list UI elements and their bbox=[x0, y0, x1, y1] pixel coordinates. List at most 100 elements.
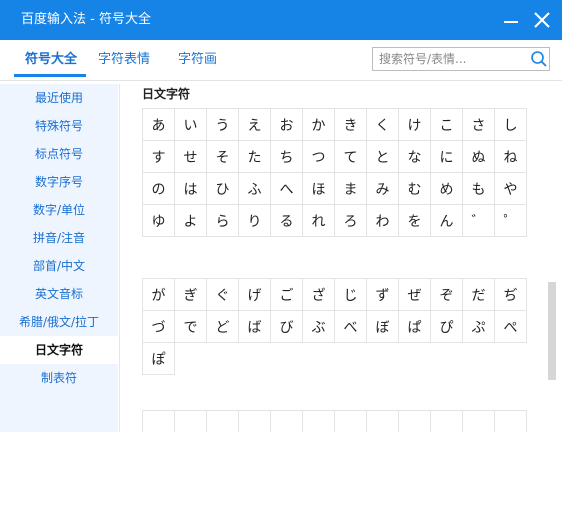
symbol-cell[interactable]: ぐ bbox=[207, 279, 239, 311]
symbol-cell[interactable]: ど bbox=[207, 311, 239, 343]
symbol-cell[interactable]: え bbox=[239, 109, 271, 141]
symbol-cell[interactable]: む bbox=[399, 173, 431, 205]
symbol-cell[interactable]: ん bbox=[431, 205, 463, 237]
symbol-cell[interactable]: ぎ bbox=[175, 279, 207, 311]
symbol-cell[interactable]: が bbox=[143, 279, 175, 311]
symbol-cell[interactable]: と bbox=[367, 141, 399, 173]
symbol-cell[interactable]: ら bbox=[207, 205, 239, 237]
symbol-cell[interactable]: で bbox=[175, 311, 207, 343]
close-button[interactable] bbox=[530, 8, 554, 32]
symbol-cell[interactable]: り bbox=[239, 205, 271, 237]
sidebar-item-punctuation[interactable]: 标点符号 bbox=[0, 140, 118, 168]
tab-ascii-art[interactable]: 字符画 bbox=[178, 51, 217, 69]
symbol-cell[interactable]: わ bbox=[367, 205, 399, 237]
symbol-cell[interactable]: よ bbox=[175, 205, 207, 237]
symbol-cell[interactable]: ぼ bbox=[367, 311, 399, 343]
sidebar-item-numbers-units[interactable]: 数字/单位 bbox=[0, 196, 118, 224]
symbol-cell[interactable]: あ bbox=[143, 109, 175, 141]
symbol-cell[interactable]: ぶ bbox=[303, 311, 335, 343]
symbol-cell[interactable] bbox=[399, 411, 431, 432]
symbol-cell[interactable]: び bbox=[271, 311, 303, 343]
symbol-cell[interactable] bbox=[207, 411, 239, 432]
symbol-cell[interactable]: ぬ bbox=[463, 141, 495, 173]
symbol-cell[interactable]: を bbox=[399, 205, 431, 237]
symbol-cell[interactable]: く bbox=[367, 109, 399, 141]
symbol-cell[interactable]: も bbox=[463, 173, 495, 205]
symbol-cell[interactable]: さ bbox=[463, 109, 495, 141]
symbol-cell[interactable]: ぽ bbox=[143, 343, 175, 375]
symbol-cell[interactable]: つ bbox=[303, 141, 335, 173]
symbol-cell[interactable] bbox=[271, 411, 303, 432]
minimize-button[interactable] bbox=[500, 10, 522, 32]
symbol-cell[interactable]: ろ bbox=[335, 205, 367, 237]
symbol-cell[interactable]: げ bbox=[239, 279, 271, 311]
symbol-cell[interactable]: し bbox=[495, 109, 527, 141]
symbol-cell[interactable]: ぢ bbox=[495, 279, 527, 311]
search-input[interactable] bbox=[379, 50, 529, 68]
symbol-cell[interactable] bbox=[463, 411, 495, 432]
sidebar-item-phonetics[interactable]: 英文音标 bbox=[0, 280, 118, 308]
search-icon[interactable] bbox=[530, 50, 548, 68]
symbol-cell[interactable]: い bbox=[175, 109, 207, 141]
symbol-cell[interactable]: ふ bbox=[239, 173, 271, 205]
symbol-cell[interactable]: う bbox=[207, 109, 239, 141]
symbol-cell[interactable]: ゛ bbox=[463, 205, 495, 237]
symbol-cell[interactable]: ち bbox=[271, 141, 303, 173]
sidebar-item-pinyin[interactable]: 拼音/注音 bbox=[0, 224, 118, 252]
symbol-cell[interactable] bbox=[335, 411, 367, 432]
symbol-cell[interactable]: ご bbox=[271, 279, 303, 311]
symbol-cell[interactable]: め bbox=[431, 173, 463, 205]
symbol-cell[interactable] bbox=[495, 411, 527, 432]
symbol-cell[interactable]: こ bbox=[431, 109, 463, 141]
symbol-cell[interactable]: じ bbox=[335, 279, 367, 311]
symbol-cell[interactable]: ね bbox=[495, 141, 527, 173]
symbol-cell[interactable]: ぱ bbox=[399, 311, 431, 343]
symbol-cell[interactable]: き bbox=[335, 109, 367, 141]
symbol-cell[interactable]: ぴ bbox=[431, 311, 463, 343]
symbol-cell[interactable]: べ bbox=[335, 311, 367, 343]
sidebar-item-japanese[interactable]: 日文字符 bbox=[0, 336, 118, 364]
sidebar-item-recent[interactable]: 最近使用 bbox=[0, 84, 118, 112]
symbol-cell[interactable]: に bbox=[431, 141, 463, 173]
symbol-cell[interactable]: ぜ bbox=[399, 279, 431, 311]
symbol-cell[interactable]: は bbox=[175, 173, 207, 205]
symbol-cell[interactable]: ぞ bbox=[431, 279, 463, 311]
symbol-cell[interactable]: や bbox=[495, 173, 527, 205]
symbol-cell[interactable]: ひ bbox=[207, 173, 239, 205]
symbol-cell[interactable]: お bbox=[271, 109, 303, 141]
symbol-cell[interactable]: せ bbox=[175, 141, 207, 173]
symbol-cell[interactable]: そ bbox=[207, 141, 239, 173]
symbol-cell[interactable]: か bbox=[303, 109, 335, 141]
symbol-cell[interactable] bbox=[367, 411, 399, 432]
symbol-cell[interactable] bbox=[143, 411, 175, 432]
symbol-cell[interactable] bbox=[175, 411, 207, 432]
symbol-cell[interactable]: ゆ bbox=[143, 205, 175, 237]
scrollbar-thumb[interactable] bbox=[548, 282, 556, 380]
symbol-cell[interactable]: み bbox=[367, 173, 399, 205]
symbol-cell[interactable]: ざ bbox=[303, 279, 335, 311]
sidebar-item-number-sequence[interactable]: 数字序号 bbox=[0, 168, 118, 196]
symbol-cell[interactable]: な bbox=[399, 141, 431, 173]
sidebar-item-greek-russian-latin[interactable]: 希腊/俄文/拉丁 bbox=[0, 308, 118, 336]
symbol-cell[interactable]: る bbox=[271, 205, 303, 237]
symbol-cell[interactable]: す bbox=[143, 141, 175, 173]
sidebar-item-radicals[interactable]: 部首/中文 bbox=[0, 252, 118, 280]
tab-emoticons[interactable]: 字符表情 bbox=[98, 51, 150, 69]
symbol-cell[interactable]: ゜ bbox=[495, 205, 527, 237]
symbol-cell[interactable]: ぺ bbox=[495, 311, 527, 343]
symbol-cell[interactable]: ず bbox=[367, 279, 399, 311]
sidebar-item-special-symbols[interactable]: 特殊符号 bbox=[0, 112, 118, 140]
symbol-cell[interactable]: ま bbox=[335, 173, 367, 205]
symbol-cell[interactable]: ば bbox=[239, 311, 271, 343]
symbol-cell[interactable]: の bbox=[143, 173, 175, 205]
symbol-cell[interactable]: け bbox=[399, 109, 431, 141]
symbol-cell[interactable]: て bbox=[335, 141, 367, 173]
symbol-cell[interactable]: だ bbox=[463, 279, 495, 311]
symbol-cell[interactable]: れ bbox=[303, 205, 335, 237]
symbol-cell[interactable]: づ bbox=[143, 311, 175, 343]
symbol-cell[interactable]: へ bbox=[271, 173, 303, 205]
symbol-cell[interactable] bbox=[239, 411, 271, 432]
symbol-cell[interactable] bbox=[303, 411, 335, 432]
symbol-cell[interactable]: た bbox=[239, 141, 271, 173]
symbol-cell[interactable] bbox=[431, 411, 463, 432]
